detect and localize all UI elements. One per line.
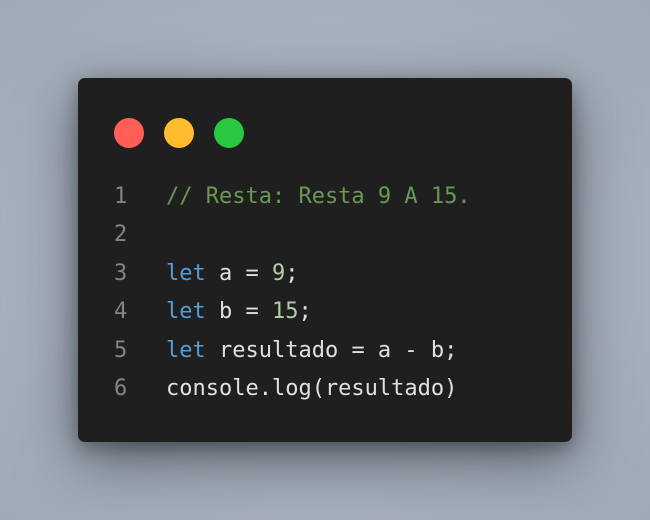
code-number: 15	[271, 299, 299, 325]
line-number: 1	[114, 184, 128, 209]
code-comment: // Resta: Resta 9 A 15.	[166, 184, 471, 209]
code-line-2: 2	[114, 216, 471, 254]
code-text: ;	[285, 260, 299, 286]
code-keyword: let	[166, 337, 206, 363]
close-dot-icon[interactable]	[114, 118, 144, 148]
code-window: 1 // Resta: Resta 9 A 15. 2 3 let a = 9;…	[78, 78, 572, 442]
line-number: 4	[114, 299, 128, 325]
code-text: resultado = a - b;	[205, 337, 458, 363]
code-number: 9	[271, 260, 286, 286]
line-number: 2	[114, 222, 128, 248]
line-number: 6	[114, 375, 128, 401]
code-text: b =	[205, 299, 272, 325]
line-number: 5	[114, 337, 128, 363]
maximize-dot-icon[interactable]	[214, 118, 244, 148]
code-text: a =	[205, 260, 272, 286]
code-line-6: 6 console.log(resultado)	[114, 370, 471, 408]
code-block: 1 // Resta: Resta 9 A 15. 2 3 let a = 9;…	[114, 178, 471, 408]
code-keyword: let	[166, 299, 206, 325]
code-text: ;	[298, 299, 312, 325]
minimize-dot-icon[interactable]	[164, 118, 194, 148]
code-line-1: 1 // Resta: Resta 9 A 15.	[114, 178, 471, 216]
code-line-3: 3 let a = 9;	[114, 255, 471, 293]
code-keyword: let	[166, 260, 206, 286]
line-number: 3	[114, 260, 128, 286]
code-line-5: 5 let resultado = a - b;	[114, 332, 471, 370]
window-controls	[114, 118, 244, 148]
code-text: console.log(resultado)	[166, 375, 458, 401]
code-line-4: 4 let b = 15;	[114, 293, 471, 331]
